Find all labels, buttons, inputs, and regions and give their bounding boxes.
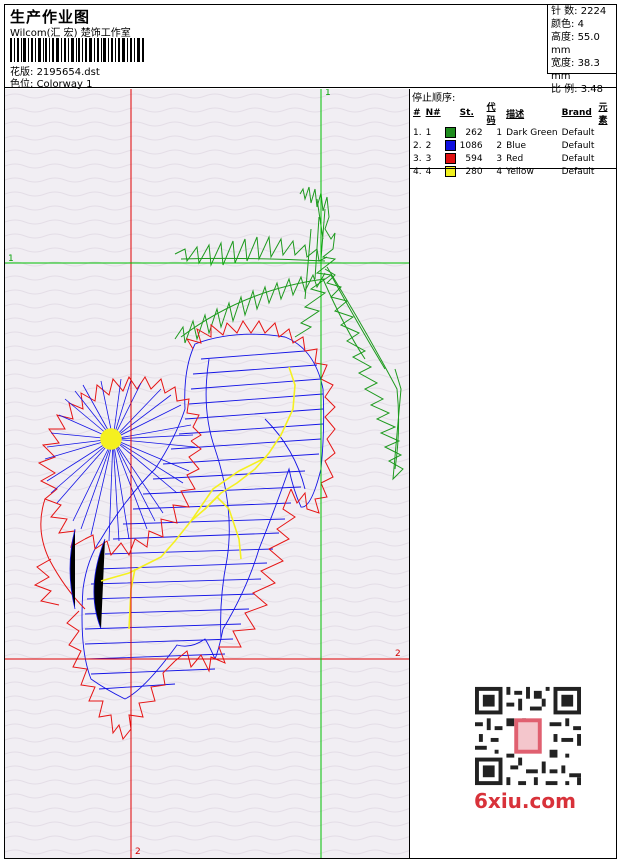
spec-box: 针 数: 2224 颜色: 4 高度: 55.0 mm 宽度: 38.3 mm … <box>547 4 617 95</box>
row-desc: Dark Green <box>506 127 558 138</box>
colorway: 色位: Colorway 1 <box>10 75 92 90</box>
color-row: 3. 3 594 3 Red Default <box>411 152 616 165</box>
row-st: 280 <box>465 166 483 177</box>
row-swatch <box>443 152 458 165</box>
col-n: N# <box>425 108 441 118</box>
col-swatch <box>443 100 458 126</box>
barcode-image <box>10 38 144 62</box>
spec-height: 高度: 55.0 mm <box>551 32 600 56</box>
col-code: 代码 <box>486 103 496 126</box>
row-code: 4 <box>496 166 503 177</box>
row-n: 3 <box>425 153 432 164</box>
row-desc: Blue <box>506 140 527 151</box>
col-element: 元素 <box>598 103 608 126</box>
spec-width: 宽度: 38.3 mm <box>551 58 600 82</box>
canvas-texture <box>5 89 409 858</box>
color-swatch <box>444 127 456 138</box>
row-brand: Default <box>561 140 595 151</box>
row-brand: Default <box>561 127 595 138</box>
studio-name: Wilcom(汇 宏) 楚饰工作室 <box>10 28 131 39</box>
row-num: 1. <box>413 127 422 138</box>
row-brand: Default <box>561 166 595 177</box>
row-n: 4 <box>425 166 432 177</box>
row-code: 1 <box>496 127 503 138</box>
row-n: 2 <box>425 140 432 151</box>
embroidery-preview <box>5 89 409 858</box>
col-desc: 描述 <box>506 109 525 120</box>
row-swatch <box>443 139 458 152</box>
row-n: 1 <box>425 127 432 138</box>
guide-label-right: 2 <box>395 649 401 659</box>
panel-divider <box>410 168 616 169</box>
row-desc: Red <box>506 153 524 164</box>
color-swatch <box>444 153 456 164</box>
row-code: 2 <box>496 140 503 151</box>
color-row: 4. 4 280 4 Yellow Default <box>411 165 616 178</box>
row-swatch <box>443 126 458 139</box>
qr-code-image <box>470 683 586 789</box>
row-num: 4. <box>413 166 422 177</box>
col-brand: Brand <box>561 108 592 118</box>
row-st: 262 <box>465 127 483 138</box>
row-element <box>596 165 616 178</box>
spec-colors: 颜色: 4 <box>551 19 584 30</box>
header: 生产作业图 Wilcom(汇 宏) 楚饰工作室 花版: 2195654.dst … <box>4 4 617 95</box>
row-brand: Default <box>561 153 595 164</box>
row-num: 2. <box>413 140 422 151</box>
row-element <box>596 126 616 139</box>
color-table: # N# St. 代码 描述 Brand 元素 1. 1 262 1 Dark Gree… <box>411 100 616 178</box>
watermark-text: 6xiu.com <box>474 789 576 813</box>
row-element <box>596 139 616 152</box>
color-row: 2. 2 1086 2 Blue Default <box>411 139 616 152</box>
color-table-header: # N# St. 代码 描述 Brand 元素 <box>411 100 616 126</box>
row-code: 3 <box>496 153 503 164</box>
col-st: St. <box>459 108 474 118</box>
guide-label-left: 1 <box>8 254 14 264</box>
row-st: 594 <box>465 153 483 164</box>
row-num: 3. <box>413 153 422 164</box>
color-row: 1. 1 262 1 Dark Green Default <box>411 126 616 139</box>
row-desc: Yellow <box>506 166 534 177</box>
guide-label-bottom: 2 <box>135 847 141 857</box>
col-hash: # <box>413 108 421 118</box>
spec-stitches: 针 数: 2224 <box>551 6 607 17</box>
design-canvas: 1 1 2 2 <box>5 89 409 858</box>
row-swatch <box>443 165 458 178</box>
row-st: 1086 <box>459 140 483 151</box>
guide-label-top: 1 <box>325 89 331 98</box>
color-swatch <box>444 140 456 151</box>
row-element <box>596 152 616 165</box>
